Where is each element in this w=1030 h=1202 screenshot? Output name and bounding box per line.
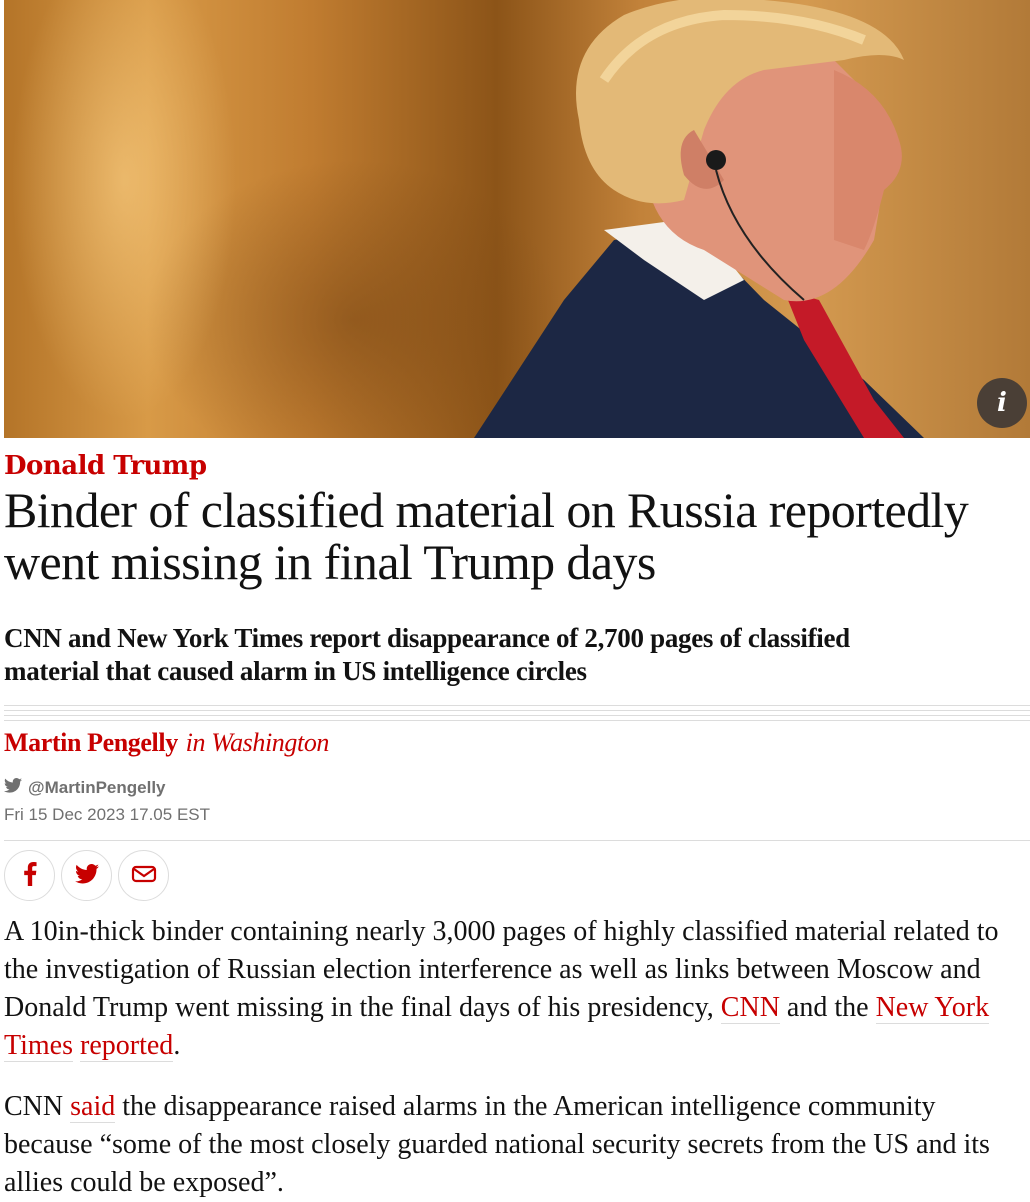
facebook-icon — [23, 861, 37, 890]
paragraph-text: CNN — [4, 1091, 71, 1122]
paragraph-text — [73, 1030, 80, 1061]
share-bar — [4, 850, 169, 901]
byline-location: in Washington — [185, 728, 330, 757]
reported-link[interactable]: reported — [80, 1030, 174, 1062]
standfirst: CNN and New York Times report disappeara… — [4, 623, 850, 686]
paragraph-text: and the — [779, 992, 876, 1023]
section-kicker[interactable]: Donald Trump — [4, 451, 207, 481]
twitter-handle: @MartinPengelly — [28, 778, 166, 797]
article-paragraph: A 10in-thick binder containing nearly 3,… — [4, 913, 1014, 1065]
divider — [4, 840, 1030, 841]
paragraph-text: the disappearance raised alarms in the A… — [4, 1091, 990, 1198]
trump-photo — [474, 0, 924, 438]
said-link[interactable]: said — [70, 1091, 116, 1123]
author-twitter[interactable]: @MartinPengelly — [4, 777, 166, 799]
twitter-icon — [4, 778, 22, 798]
page-title: Binder of classified material on Russia … — [4, 482, 969, 590]
divider — [4, 705, 1030, 725]
share-email-button[interactable] — [118, 850, 169, 901]
byline: Martin Pengelly in Washington — [4, 728, 329, 758]
author-link[interactable]: Martin Pengelly — [4, 728, 178, 757]
paragraph-text: . — [173, 1030, 181, 1061]
share-facebook-button[interactable] — [4, 850, 55, 901]
email-icon — [131, 864, 157, 888]
publish-date: Fri 15 Dec 2023 17.05 EST — [4, 805, 211, 824]
twitter-icon — [74, 863, 99, 888]
hero-image[interactable]: i — [4, 0, 1030, 438]
article-paragraph: CNN said the disappearance raised alarms… — [4, 1088, 1014, 1202]
image-info-icon[interactable]: i — [977, 378, 1027, 428]
cnn-link[interactable]: CNN — [720, 992, 780, 1024]
share-twitter-button[interactable] — [61, 850, 112, 901]
